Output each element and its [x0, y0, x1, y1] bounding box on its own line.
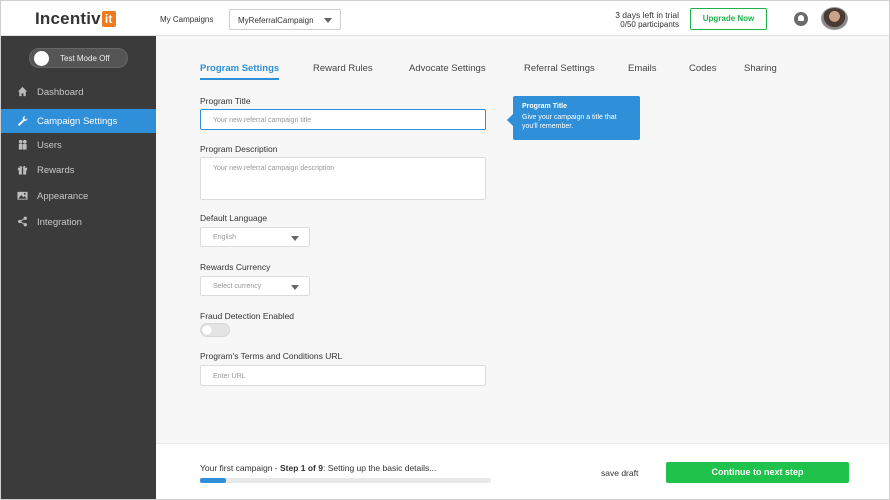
home-icon — [17, 86, 28, 97]
sidebar-item-integration[interactable]: Integration — [1, 210, 156, 234]
default-language-label: Default Language — [200, 213, 268, 223]
program-description-input[interactable]: Your new referral campaign description — [200, 157, 486, 200]
sidebar-item-dashboard[interactable]: Dashboard — [1, 80, 156, 104]
program-description-placeholder: Your new referral campaign description — [213, 165, 335, 172]
sidebar-item-users[interactable]: Users — [1, 133, 156, 157]
rewards-currency-value: Select currency — [213, 283, 262, 290]
sidebar-item-label: Integration — [37, 217, 82, 228]
program-description-label: Program Description — [200, 144, 278, 154]
logo[interactable]: Incentiv it — [35, 9, 116, 29]
tab-referral-settings[interactable]: Referral Settings — [524, 63, 595, 74]
terms-url-label: Program's Terms and Conditions URL — [200, 351, 343, 361]
chevron-down-icon — [291, 236, 299, 241]
top-bar: Incentiv it My Campaigns MyReferralCampai… — [1, 1, 889, 36]
program-title-placeholder: Your new referral campaign title — [213, 117, 312, 124]
image-icon — [17, 191, 28, 200]
sidebar-item-label: Users — [37, 140, 62, 151]
step-progress-text: Your first campaign - Step 1 of 9: Setti… — [200, 463, 436, 473]
terms-url-placeholder: Enter URL — [213, 373, 246, 380]
sidebar-item-appearance[interactable]: Appearance — [1, 184, 156, 208]
tab-sharing[interactable]: Sharing — [744, 63, 777, 74]
rewards-currency-label: Rewards Currency — [200, 262, 271, 272]
tooltip-body: Give your campaign a title that you'll r… — [522, 114, 617, 130]
tab-emails[interactable]: Emails — [628, 63, 657, 74]
test-mode-label: Test Mode Off — [60, 54, 110, 63]
logo-text: Incentiv — [35, 9, 101, 28]
trial-status: 3 days left in trial 0/50 participants — [583, 10, 679, 30]
fraud-detection-toggle[interactable] — [200, 323, 230, 337]
program-title-tooltip: Program Title Give your campaign a title… — [507, 96, 640, 140]
main-content: Program Settings Reward Rules Advocate S… — [156, 36, 889, 443]
program-title-label: Program Title — [200, 96, 251, 106]
user-avatar[interactable] — [821, 7, 848, 30]
default-language-value: English — [213, 234, 236, 241]
sidebar-item-rewards[interactable]: Rewards — [1, 158, 156, 182]
terms-url-input[interactable]: Enter URL — [200, 365, 486, 386]
tab-codes[interactable]: Codes — [689, 63, 716, 74]
campaign-select[interactable]: MyReferralCampaign — [229, 9, 341, 30]
progress-bar — [200, 478, 491, 483]
default-language-select[interactable]: English — [200, 227, 310, 247]
tooltip-title: Program Title — [522, 103, 567, 110]
wrench-icon — [17, 115, 28, 126]
share-icon — [18, 216, 27, 227]
step-prefix: Your first campaign - — [200, 463, 280, 473]
campaign-select-value: MyReferralCampaign — [238, 16, 314, 25]
gift-icon — [17, 165, 28, 175]
tab-reward-rules[interactable]: Reward Rules — [313, 63, 373, 74]
sidebar-item-label: Campaign Settings — [37, 116, 118, 127]
tab-program-settings[interactable]: Program Settings — [200, 63, 280, 80]
sidebar-item-label: Dashboard — [37, 87, 84, 98]
program-title-input[interactable]: Your new referral campaign title — [200, 109, 486, 130]
footer-bar: Your first campaign - Step 1 of 9: Setti… — [156, 443, 889, 499]
step-count: Step 1 of 9 — [280, 463, 323, 473]
trial-participants: 0/50 participants — [620, 20, 679, 29]
progress-bar-fill — [200, 478, 227, 483]
sidebar-item-label: Rewards — [37, 165, 75, 176]
trial-days-left: 3 days left in trial — [615, 10, 679, 20]
test-mode-toggle[interactable]: Test Mode Off — [29, 48, 128, 68]
sidebar-item-campaign-settings[interactable]: Campaign Settings — [1, 109, 156, 133]
chevron-down-icon — [291, 285, 299, 290]
app-window: Incentiv it My Campaigns MyReferralCampai… — [0, 0, 890, 500]
sidebar: Test Mode Off Dashboard Campaign Setting… — [1, 36, 156, 499]
fraud-detection-label: Fraud Detection Enabled — [200, 311, 295, 321]
chevron-down-icon — [324, 18, 332, 23]
logo-badge: it — [101, 11, 116, 27]
upgrade-now-button[interactable]: Upgrade Now — [690, 8, 767, 30]
continue-button[interactable]: Continue to next step — [666, 462, 849, 483]
step-suffix: : Setting up the basic details... — [322, 463, 437, 473]
tab-advocate-settings[interactable]: Advocate Settings — [409, 63, 486, 74]
rewards-currency-select[interactable]: Select currency — [200, 276, 310, 296]
notification-bell-icon[interactable] — [794, 12, 808, 26]
toggle-knob — [34, 51, 49, 66]
my-campaigns-label: My Campaigns — [160, 15, 214, 24]
users-icon — [18, 139, 27, 150]
sidebar-item-label: Appearance — [37, 191, 89, 202]
toggle-knob — [202, 325, 212, 335]
save-draft-link[interactable]: save draft — [601, 468, 638, 478]
